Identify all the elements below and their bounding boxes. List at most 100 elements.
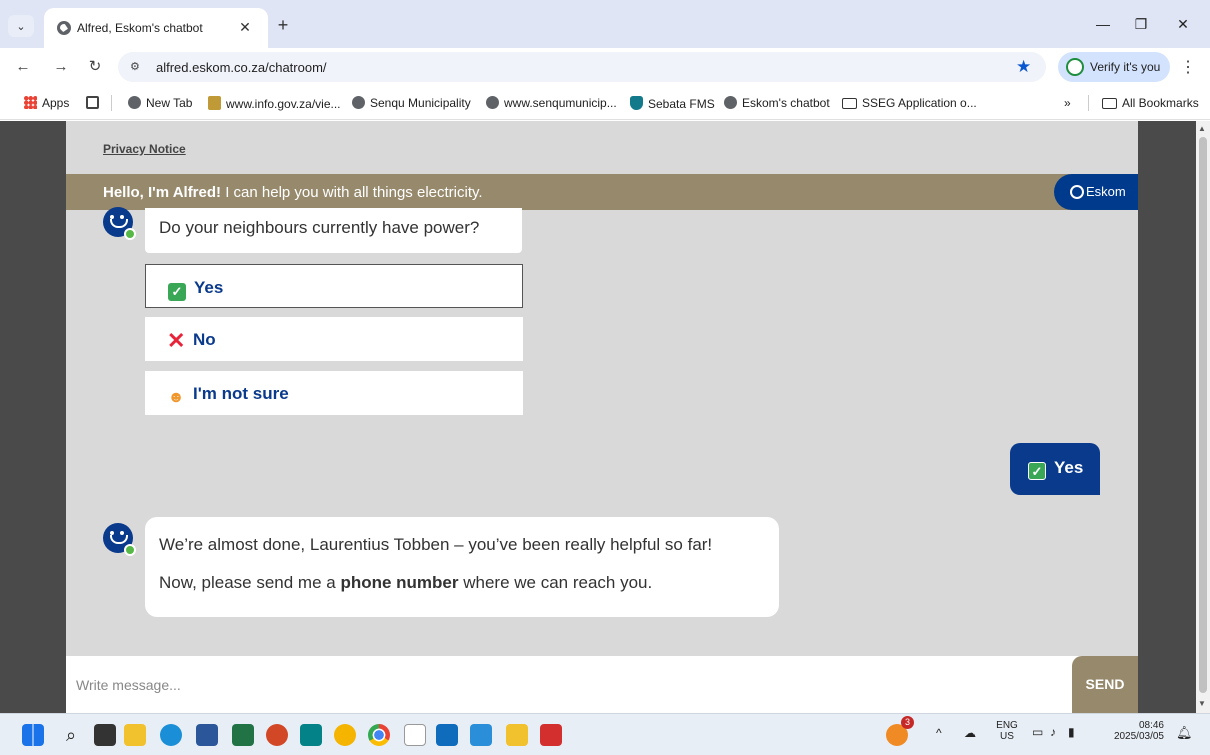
battery-icon[interactable]: ▮ (1068, 726, 1075, 738)
option-label: I'm not sure (193, 384, 289, 403)
edge-icon[interactable] (160, 724, 182, 746)
close-window-button[interactable]: ✕ (1168, 12, 1198, 36)
chat-panel: Privacy Notice Hello, I'm Alfred! I can … (66, 121, 1138, 713)
search-icon[interactable]: ⌕ (60, 724, 82, 746)
bookmark-senqu-municipality[interactable]: Senqu Municipality (352, 96, 471, 110)
greeting-name: Hello, I'm Alfred! (103, 184, 222, 201)
option-no-button[interactable]: ✕ No (145, 317, 523, 361)
option-label: Yes (194, 278, 224, 297)
verify-profile-button[interactable]: Verify it's you (1058, 52, 1170, 82)
network-icon[interactable]: ▭ (1032, 726, 1043, 738)
volume-icon[interactable]: ♪ (1050, 726, 1056, 738)
tab-search-button[interactable]: ⌄ (8, 15, 34, 37)
bookmark-star-icon[interactable]: ★ (1016, 57, 1031, 77)
shield-icon (630, 96, 643, 110)
bookmark-info-gov[interactable]: www.info.gov.za/vie... (208, 96, 341, 111)
phone-number-emphasis: phone number (340, 573, 459, 592)
privacy-notice-link[interactable]: Privacy Notice (103, 142, 186, 156)
bookmark-senqu-site[interactable]: www.senqumunicip... (486, 96, 617, 110)
globe-icon (57, 21, 71, 35)
online-status-icon (124, 228, 136, 240)
task-view-icon[interactable] (94, 724, 116, 746)
powerpoint-icon[interactable] (266, 724, 288, 746)
bot-message-line: We’re almost done, Laurentius Tobben – y… (159, 535, 713, 554)
check-icon: ✓ (168, 283, 186, 301)
folder-icon[interactable] (506, 724, 528, 746)
chevron-up-icon[interactable]: ^ (936, 727, 942, 739)
word-icon[interactable] (196, 724, 218, 746)
coat-of-arms-icon (208, 96, 221, 110)
language-indicator[interactable]: ENG US (996, 720, 1018, 742)
tab-title: Alfred, Eskom's chatbot (77, 21, 203, 35)
user-reply-text: Yes (1054, 458, 1084, 477)
eskom-logo: Eskom (1054, 174, 1138, 210)
forward-button[interactable]: → (50, 56, 72, 78)
notification-count-badge: 3 (901, 716, 914, 729)
bookmark-apps[interactable]: Apps (24, 96, 69, 110)
message-composer: SEND (66, 656, 1138, 713)
bot-message-bubble: We’re almost done, Laurentius Tobben – y… (145, 517, 779, 617)
bot-question-bubble: Do your neighbours currently have power? (145, 208, 522, 253)
bookmark-eskom-chatbot[interactable]: Eskom's chatbot (724, 96, 830, 110)
url-text[interactable]: alfred.eskom.co.za/chatroom/ (156, 60, 327, 75)
media-icon[interactable] (334, 724, 356, 746)
tab-groups-icon (86, 96, 99, 109)
back-button[interactable]: ← (12, 56, 34, 78)
send-button[interactable]: SEND (1072, 656, 1138, 713)
chevron-down-icon: ⌄ (16, 20, 26, 33)
bot-message-line: Now, please send me a phone number where… (159, 573, 653, 592)
bookmark-new-tab[interactable]: New Tab (128, 96, 192, 110)
scroll-down-icon[interactable]: ▼ (1198, 699, 1206, 708)
folder-icon (1102, 98, 1117, 109)
cloud-icon[interactable]: ☁ (964, 727, 976, 739)
photos-icon[interactable] (470, 724, 492, 746)
tab-groups-button[interactable] (86, 96, 104, 110)
bookmark-sebata-fms[interactable]: Sebata FMS (630, 96, 715, 111)
publisher-icon[interactable] (300, 724, 322, 746)
globe-icon (486, 96, 499, 109)
notifications-bell-icon[interactable]: 🔔︎ (1176, 726, 1193, 739)
chrome-icon[interactable] (368, 724, 390, 746)
page-viewport: Privacy Notice Hello, I'm Alfred! I can … (0, 121, 1196, 713)
new-tab-button[interactable]: + (272, 14, 294, 36)
address-bar[interactable]: ⚙ alfred.eskom.co.za/chatroom/ ★ (118, 52, 1046, 82)
chat-greeting: Hello, I'm Alfred! I can help you with a… (103, 184, 483, 201)
message-input[interactable] (66, 656, 1072, 713)
online-status-icon (124, 544, 136, 556)
check-icon: ✓ (1028, 462, 1046, 480)
acrobat-icon[interactable] (540, 724, 562, 746)
all-bookmarks-button[interactable]: All Bookmarks (1102, 96, 1199, 110)
greeting-text: I can help you with all things electrici… (221, 184, 483, 201)
option-not-sure-button[interactable]: ☻ I'm not sure (145, 371, 523, 415)
page-scrollbar[interactable]: ▲ ▼ (1196, 121, 1210, 713)
clock[interactable]: 08:46 2025/03/05 (1108, 720, 1164, 742)
notification-app-icon[interactable]: 3 (886, 716, 914, 746)
option-yes-button[interactable]: ✓ Yes (145, 264, 523, 308)
taskbar: ⌕ 3 ^ ☁ ENG US ▭ ♪ ▮ 08:46 2025/03/05 🔔︎ (0, 713, 1210, 755)
minimize-button[interactable]: — (1088, 12, 1118, 36)
bot-avatar (103, 523, 136, 556)
browser-tab[interactable]: Alfred, Eskom's chatbot ✕ (44, 8, 268, 48)
more-bookmarks-button[interactable]: » (1064, 96, 1071, 110)
outlook-icon[interactable] (436, 724, 458, 746)
scrollbar-thumb[interactable] (1199, 137, 1207, 693)
scroll-up-icon[interactable]: ▲ (1198, 124, 1206, 133)
user-reply-bubble: ✓ Yes (1010, 443, 1100, 495)
bot-avatar (103, 207, 136, 240)
reload-button[interactable]: ↻ (84, 56, 106, 78)
start-menu-icon[interactable] (22, 724, 44, 746)
profile-icon (1066, 58, 1084, 76)
divider (111, 95, 112, 111)
close-tab-icon[interactable]: ✕ (236, 18, 254, 36)
site-info-icon[interactable]: ⚙ (130, 60, 146, 74)
excel-icon[interactable] (232, 724, 254, 746)
eskom-logo-icon (1070, 185, 1084, 199)
shrug-icon: ☻ (167, 389, 185, 406)
globe-icon (352, 96, 365, 109)
file-explorer-icon[interactable] (124, 724, 146, 746)
bookmark-sseg-folder[interactable]: SSEG Application o... (842, 96, 977, 110)
notepad-icon[interactable] (404, 724, 426, 746)
apps-icon (24, 96, 37, 109)
browser-menu-icon[interactable]: ⋮ (1180, 57, 1196, 77)
restore-button[interactable]: ❐ (1126, 12, 1156, 36)
